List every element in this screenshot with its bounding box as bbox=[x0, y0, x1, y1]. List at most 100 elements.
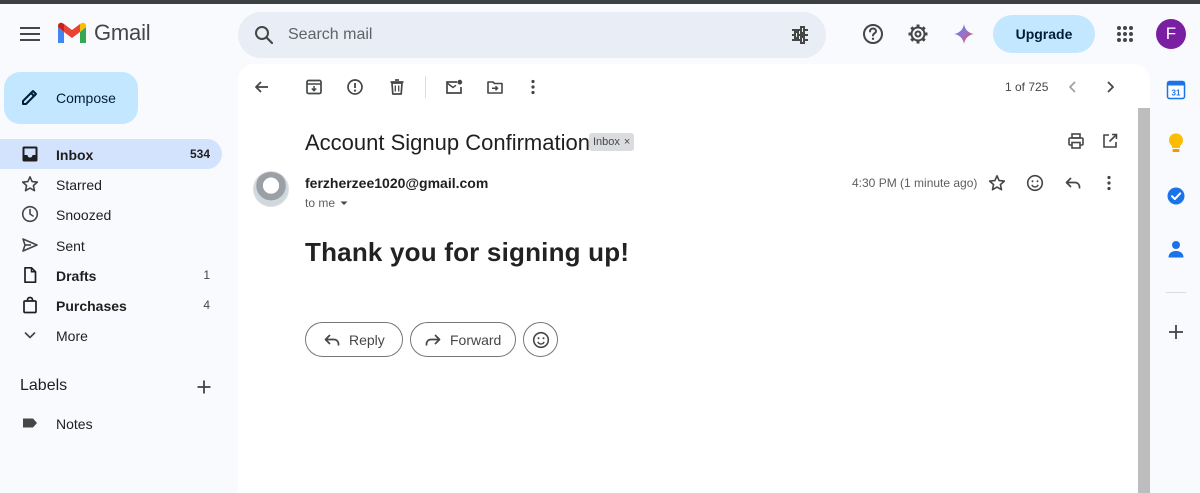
reply-button[interactable]: Reply bbox=[305, 322, 403, 357]
sidebar-item-purchases[interactable]: Purchases 4 bbox=[0, 290, 222, 320]
more-vert-icon bbox=[531, 79, 535, 95]
reply-icon bbox=[323, 331, 341, 349]
header: Gmail Search mail Upgrade F bbox=[0, 4, 1200, 64]
report-spam-button[interactable] bbox=[341, 73, 369, 101]
inbox-icon bbox=[20, 144, 40, 164]
upgrade-button[interactable]: Upgrade bbox=[993, 15, 1095, 53]
report-spam-icon bbox=[347, 79, 363, 95]
sidebar-item-label: Starred bbox=[56, 177, 102, 194]
caret-down-icon bbox=[340, 201, 348, 205]
sidebar-item-label: Sent bbox=[56, 237, 85, 254]
print-icon bbox=[1068, 133, 1084, 149]
label-icon bbox=[20, 413, 40, 433]
react-button[interactable] bbox=[523, 322, 558, 357]
sender-email[interactable]: ferzherzee1020@gmail.com bbox=[305, 175, 488, 191]
message-body-heading: Thank you for signing up! bbox=[305, 237, 630, 267]
sidebar-item-more[interactable]: More bbox=[0, 320, 222, 350]
sidebar-item-label: Purchases bbox=[56, 297, 127, 314]
chevron-right-icon bbox=[1107, 81, 1114, 93]
settings-button[interactable] bbox=[902, 18, 934, 50]
calendar-icon: 31 bbox=[1166, 80, 1186, 100]
archive-button[interactable] bbox=[300, 73, 328, 101]
contacts-app-button[interactable] bbox=[1164, 237, 1188, 261]
side-panel-divider bbox=[1166, 292, 1186, 293]
plus-icon bbox=[197, 380, 211, 394]
forward-icon bbox=[424, 331, 442, 349]
labels-heading: Labels bbox=[20, 377, 68, 394]
more-options-button[interactable] bbox=[519, 73, 547, 101]
sidebar-nav: Inbox 534 Starred Snoozed Sent Drafts 1 … bbox=[0, 139, 222, 350]
star-icon bbox=[20, 174, 40, 194]
chevron-down-icon bbox=[20, 325, 40, 345]
mark-unread-button[interactable] bbox=[440, 73, 468, 101]
keep-app-button[interactable] bbox=[1164, 131, 1188, 155]
google-apps-button[interactable] bbox=[1109, 18, 1141, 50]
get-addons-button[interactable] bbox=[1164, 320, 1188, 344]
older-button[interactable] bbox=[1096, 73, 1124, 101]
gemini-button[interactable] bbox=[948, 18, 980, 50]
gemini-sparkle-icon bbox=[954, 24, 974, 44]
calendar-app-button[interactable]: 31 bbox=[1164, 78, 1188, 102]
newer-button[interactable] bbox=[1059, 73, 1087, 101]
forward-label: Forward bbox=[450, 331, 502, 348]
sidebar-item-snoozed[interactable]: Snoozed bbox=[0, 199, 222, 229]
sender-avatar[interactable] bbox=[253, 171, 289, 207]
more-vert-icon bbox=[1107, 175, 1111, 191]
remove-label-icon[interactable]: × bbox=[624, 136, 630, 148]
shopping-bag-icon bbox=[20, 295, 40, 315]
compose-button[interactable]: Compose bbox=[4, 72, 138, 124]
unread-count: 534 bbox=[189, 147, 210, 161]
tasks-app-button[interactable] bbox=[1164, 184, 1188, 208]
recipient-details-toggle[interactable]: to me bbox=[305, 196, 349, 210]
chip-label: Inbox bbox=[593, 136, 620, 148]
star-button[interactable] bbox=[983, 169, 1011, 197]
inbox-label-chip: Inbox × bbox=[589, 133, 635, 151]
sidebar-item-drafts[interactable]: Drafts 1 bbox=[0, 260, 222, 290]
message-more-button[interactable] bbox=[1095, 169, 1123, 197]
compose-label: Compose bbox=[56, 90, 116, 106]
apps-grid-icon bbox=[1117, 26, 1133, 42]
forward-button[interactable]: Forward bbox=[410, 322, 516, 357]
gmail-logo[interactable]: Gmail bbox=[56, 20, 151, 46]
open-new-window-button[interactable] bbox=[1096, 127, 1124, 155]
contacts-icon bbox=[1168, 241, 1184, 258]
move-to-button[interactable] bbox=[481, 73, 509, 101]
reply-icon bbox=[1065, 177, 1081, 189]
print-button[interactable] bbox=[1062, 127, 1090, 155]
reply-label: Reply bbox=[349, 331, 385, 348]
add-reaction-button[interactable] bbox=[1021, 169, 1049, 197]
plus-icon bbox=[1169, 325, 1183, 339]
support-button[interactable] bbox=[857, 18, 889, 50]
sidebar-item-inbox[interactable]: Inbox 534 bbox=[0, 139, 222, 170]
archive-icon bbox=[306, 79, 322, 95]
create-label-button[interactable] bbox=[192, 375, 216, 399]
label-name: Notes bbox=[56, 416, 93, 432]
main-menu-button[interactable] bbox=[14, 18, 46, 50]
pencil-icon bbox=[22, 90, 37, 105]
sidebar-item-starred[interactable]: Starred bbox=[0, 169, 222, 199]
message-timestamp: 4:30 PM (1 minute ago) bbox=[852, 176, 978, 190]
back-button[interactable] bbox=[248, 73, 276, 101]
folder-move-icon bbox=[487, 81, 503, 94]
trash-icon bbox=[390, 79, 404, 95]
message-view: 1 of 725 Account Signup Confirmation Inb… bbox=[238, 64, 1150, 493]
scrollbar[interactable] bbox=[1138, 108, 1150, 493]
sidebar-item-label: More bbox=[56, 328, 88, 345]
delete-button[interactable] bbox=[383, 73, 411, 101]
search-icon[interactable] bbox=[252, 23, 276, 47]
search-bar[interactable] bbox=[238, 12, 826, 58]
gmail-wordmark: Gmail bbox=[94, 20, 151, 45]
recipient-text: to me bbox=[305, 196, 336, 210]
gmail-m-icon bbox=[58, 22, 86, 43]
reply-icon-button[interactable] bbox=[1059, 169, 1087, 197]
send-icon bbox=[20, 235, 40, 255]
lightbulb-icon bbox=[1169, 133, 1183, 152]
open-in-new-icon bbox=[1103, 133, 1118, 148]
search-input[interactable] bbox=[288, 22, 768, 48]
drafts-count: 1 bbox=[203, 267, 210, 282]
arrow-back-icon bbox=[255, 81, 268, 93]
label-item-notes[interactable]: Notes bbox=[0, 408, 222, 438]
search-options-icon[interactable] bbox=[788, 23, 812, 47]
sidebar-item-sent[interactable]: Sent bbox=[0, 230, 222, 260]
account-avatar[interactable]: F bbox=[1156, 19, 1186, 49]
